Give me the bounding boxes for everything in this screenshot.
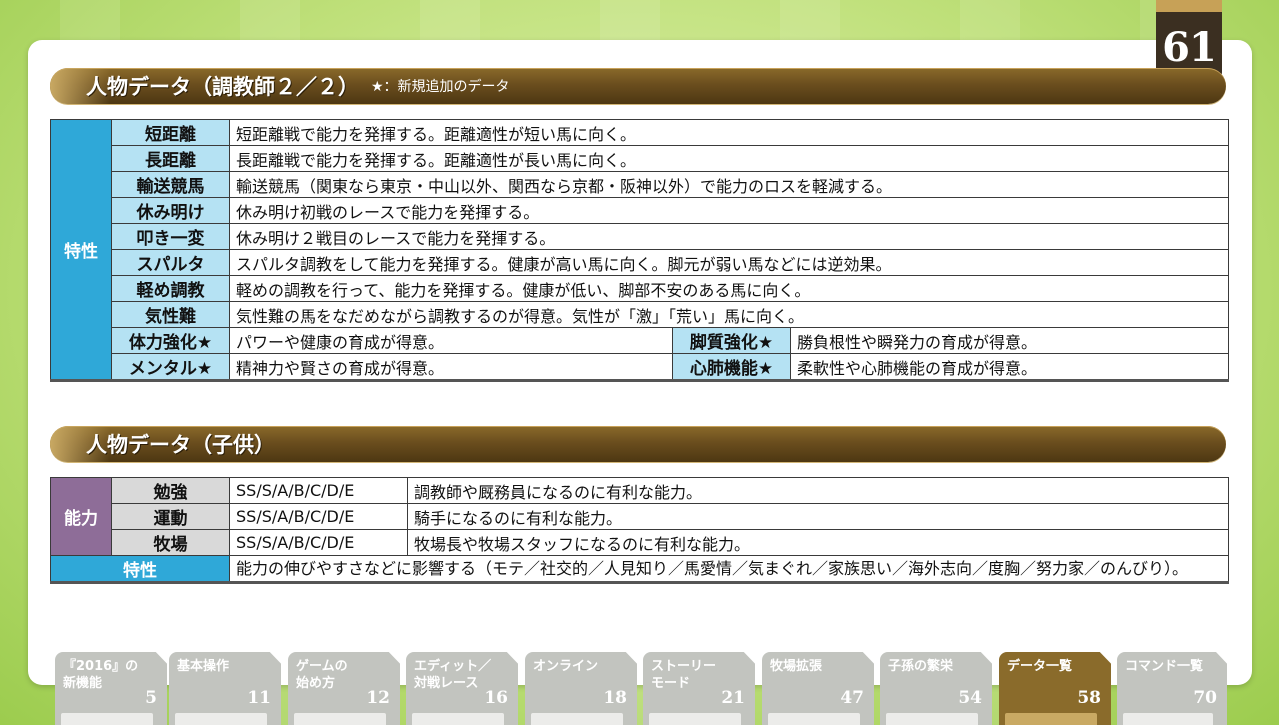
- nav-tab-page: 5: [145, 688, 157, 708]
- table-row: 輸送競馬 輸送競馬（関東なら東京・中山以外、関西なら京都・阪神以外）で能力のロス…: [51, 171, 1229, 198]
- nav-tab-label: コマンド一覧: [1125, 659, 1204, 674]
- ability-key: 牧場: [111, 529, 230, 556]
- table-row: 休み明け 休み明け初戦のレースで能力を発揮する。: [51, 197, 1229, 224]
- table-row: 特性 能力の伸びやすさなどに影響する（モテ／社交的／人見知り／馬愛情／気まぐれ／…: [50, 555, 1229, 583]
- ability-grade: SS/S/A/B/C/D/E: [229, 529, 408, 556]
- ability-desc: 騎手になるのに有利な能力。: [407, 503, 1229, 530]
- ability-desc: 調教師や厩務員になるのに有利な能力。: [407, 477, 1229, 504]
- nav-tab-command-list[interactable]: コマンド一覧 70: [1117, 652, 1227, 725]
- nav-tab-strip: [412, 713, 504, 725]
- trait-key: 短距離: [111, 119, 230, 146]
- trait-desc: 精神力や賢さの育成が得意。: [229, 353, 673, 381]
- nav-tab-data-list[interactable]: データ一覧 58: [999, 652, 1111, 725]
- trait-key: スパルタ: [111, 249, 230, 276]
- child-ability-table: 能力 勉強 SS/S/A/B/C/D/E 調教師や厩務員になるのに有利な能力。 …: [50, 477, 1229, 584]
- section-title: 人物データ（子供）: [86, 433, 275, 457]
- trait-key: 気性難: [111, 301, 230, 328]
- nav-tab-online[interactable]: オンライン 18: [525, 652, 637, 725]
- nav-tab-page: 54: [958, 688, 982, 708]
- section-note: ★：新規追加のデータ: [371, 79, 510, 95]
- table-row: メンタル★ 精神力や賢さの育成が得意。 心肺機能★ 柔軟性や心肺機能の育成が得意…: [51, 353, 1229, 381]
- nav-tab-strip: [531, 713, 623, 725]
- category-cell: 特性: [50, 119, 112, 381]
- trait-category-cell: 特性: [50, 555, 230, 583]
- nav-tab-label: ゲームの 始め方: [296, 659, 348, 691]
- nav-tab-label: ストーリー モード: [651, 659, 717, 691]
- trait-desc: スパルタ調教をして能力を発揮する。健康が高い馬に向く。脚元が弱い馬などには逆効果…: [229, 249, 1229, 276]
- ability-grade: SS/S/A/B/C/D/E: [229, 477, 408, 504]
- nav-tab-page: 47: [840, 688, 864, 708]
- trait-desc: 軽めの調教を行って、能力を発揮する。健康が低い、脚部不安のある馬に向く。: [229, 275, 1229, 302]
- table-row: 運動 SS/S/A/B/C/D/E 騎手になるのに有利な能力。: [51, 503, 1229, 530]
- nav-tab-label: エディット／ 対戦レース: [414, 659, 492, 691]
- nav-tab-label: データ一覧: [1007, 659, 1073, 674]
- trait-key: 叩き一変: [111, 223, 230, 250]
- nav-tab-page: 18: [603, 688, 627, 708]
- table-row: 能力 勉強 SS/S/A/B/C/D/E 調教師や厩務員になるのに有利な能力。: [50, 477, 1229, 556]
- table-row: 叩き一変 休み明け２戦目のレースで能力を発揮する。: [51, 223, 1229, 250]
- nav-tab-new-features[interactable]: 『2016』の 新機能 5: [55, 652, 167, 725]
- trait-key: 輸送競馬: [111, 171, 230, 198]
- nav-tab-label: 牧場拡張: [770, 659, 823, 674]
- nav-tab-strip: [294, 713, 386, 725]
- table-row: 牧場 SS/S/A/B/C/D/E 牧場長や牧場スタッフになるのに有利な能力。: [51, 529, 1229, 556]
- nav-tab-page: 12: [366, 688, 390, 708]
- category-cell: 能力: [50, 477, 112, 556]
- trait-key: 心肺機能★: [672, 353, 791, 381]
- trait-desc: 輸送競馬（関東なら東京・中山以外、関西なら京都・阪神以外）で能力のロスを軽減する…: [229, 171, 1229, 198]
- table-row: 長距離 長距離戦で能力を発揮する。距離適性が長い馬に向く。: [51, 145, 1229, 172]
- trait-key: 軽め調教: [111, 275, 230, 302]
- table-row: 体力強化★ パワーや健康の育成が得意。 脚質強化★ 勝負根性や瞬発力の育成が得意…: [51, 327, 1229, 354]
- nav-tab-label: オンライン: [533, 659, 599, 674]
- nav-tab-label: 子孫の繁栄: [888, 659, 954, 674]
- section-header-child: 人物データ（子供）: [50, 426, 1226, 462]
- nav-tab-strip: [1005, 713, 1097, 725]
- trait-desc: 休み明け初戦のレースで能力を発揮する。: [229, 197, 1229, 224]
- table-row: 特性 短距離 短距離戦で能力を発揮する。距離適性が短い馬に向く。: [50, 119, 1229, 381]
- nav-tab-descendants[interactable]: 子孫の繁栄 54: [880, 652, 992, 725]
- trait-desc: パワーや健康の育成が得意。: [229, 327, 673, 354]
- trait-key: メンタル★: [111, 353, 230, 381]
- trait-key: 体力強化★: [111, 327, 230, 354]
- nav-tab-page: 70: [1193, 688, 1217, 708]
- nav-tab-label: 『2016』の 新機能: [63, 659, 139, 691]
- nav-tab-ranch-expansion[interactable]: 牧場拡張 47: [762, 652, 874, 725]
- nav-tab-strip: [1123, 713, 1213, 725]
- section-title: 人物データ（調教師２／２）: [86, 75, 359, 99]
- section-header-trainer: 人物データ（調教師２／２） ★：新規追加のデータ: [50, 68, 1226, 104]
- trait-desc: 能力の伸びやすさなどに影響する（モテ／社交的／人見知り／馬愛情／気まぐれ／家族思…: [229, 555, 1229, 583]
- ability-key: 勉強: [111, 477, 230, 504]
- trait-desc: 柔軟性や心肺機能の育成が得意。: [790, 353, 1229, 381]
- trait-desc: 勝負根性や瞬発力の育成が得意。: [790, 327, 1229, 354]
- trait-desc: 長距離戦で能力を発揮する。距離適性が長い馬に向く。: [229, 145, 1229, 172]
- page-number: 61: [1162, 24, 1217, 71]
- nav-tab-story-mode[interactable]: ストーリー モード 21: [643, 652, 755, 725]
- nav-tab-page: 58: [1077, 688, 1101, 708]
- trait-key: 休み明け: [111, 197, 230, 224]
- nav-tab-strip: [768, 713, 860, 725]
- ability-desc: 牧場長や牧場スタッフになるのに有利な能力。: [407, 529, 1229, 556]
- nav-tab-page: 11: [247, 688, 271, 708]
- nav-tab-label: 基本操作: [177, 659, 230, 674]
- trainer-trait-table: 特性 短距離 短距離戦で能力を発揮する。距離適性が短い馬に向く。 長距離 長距離…: [50, 119, 1229, 382]
- trait-desc: 気性難の馬をなだめながら調教するのが得意。気性が「激」「荒い」馬に向く。: [229, 301, 1229, 328]
- nav-tab-strip: [886, 713, 978, 725]
- ability-grade: SS/S/A/B/C/D/E: [229, 503, 408, 530]
- nav-tab-page: 16: [484, 688, 508, 708]
- trait-desc: 休み明け２戦目のレースで能力を発揮する。: [229, 223, 1229, 250]
- table-row: 気性難 気性難の馬をなだめながら調教するのが得意。気性が「激」「荒い」馬に向く。: [51, 301, 1229, 328]
- table-row: 軽め調教 軽めの調教を行って、能力を発揮する。健康が低い、脚部不安のある馬に向く…: [51, 275, 1229, 302]
- nav-tab-strip: [649, 713, 741, 725]
- trait-key: 脚質強化★: [672, 327, 791, 354]
- nav-tab-strip: [61, 713, 153, 725]
- nav-tab-page: 21: [721, 688, 745, 708]
- nav-tab-strip: [175, 713, 267, 725]
- trait-desc: 短距離戦で能力を発揮する。距離適性が短い馬に向く。: [229, 119, 1229, 146]
- nav-tab-getting-started[interactable]: ゲームの 始め方 12: [288, 652, 400, 725]
- ability-key: 運動: [111, 503, 230, 530]
- trait-key: 長距離: [111, 145, 230, 172]
- table-row: スパルタ スパルタ調教をして能力を発揮する。健康が高い馬に向く。脚元が弱い馬など…: [51, 249, 1229, 276]
- nav-tab-basic-controls[interactable]: 基本操作 11: [169, 652, 281, 725]
- nav-tab-edit-race[interactable]: エディット／ 対戦レース 16: [406, 652, 518, 725]
